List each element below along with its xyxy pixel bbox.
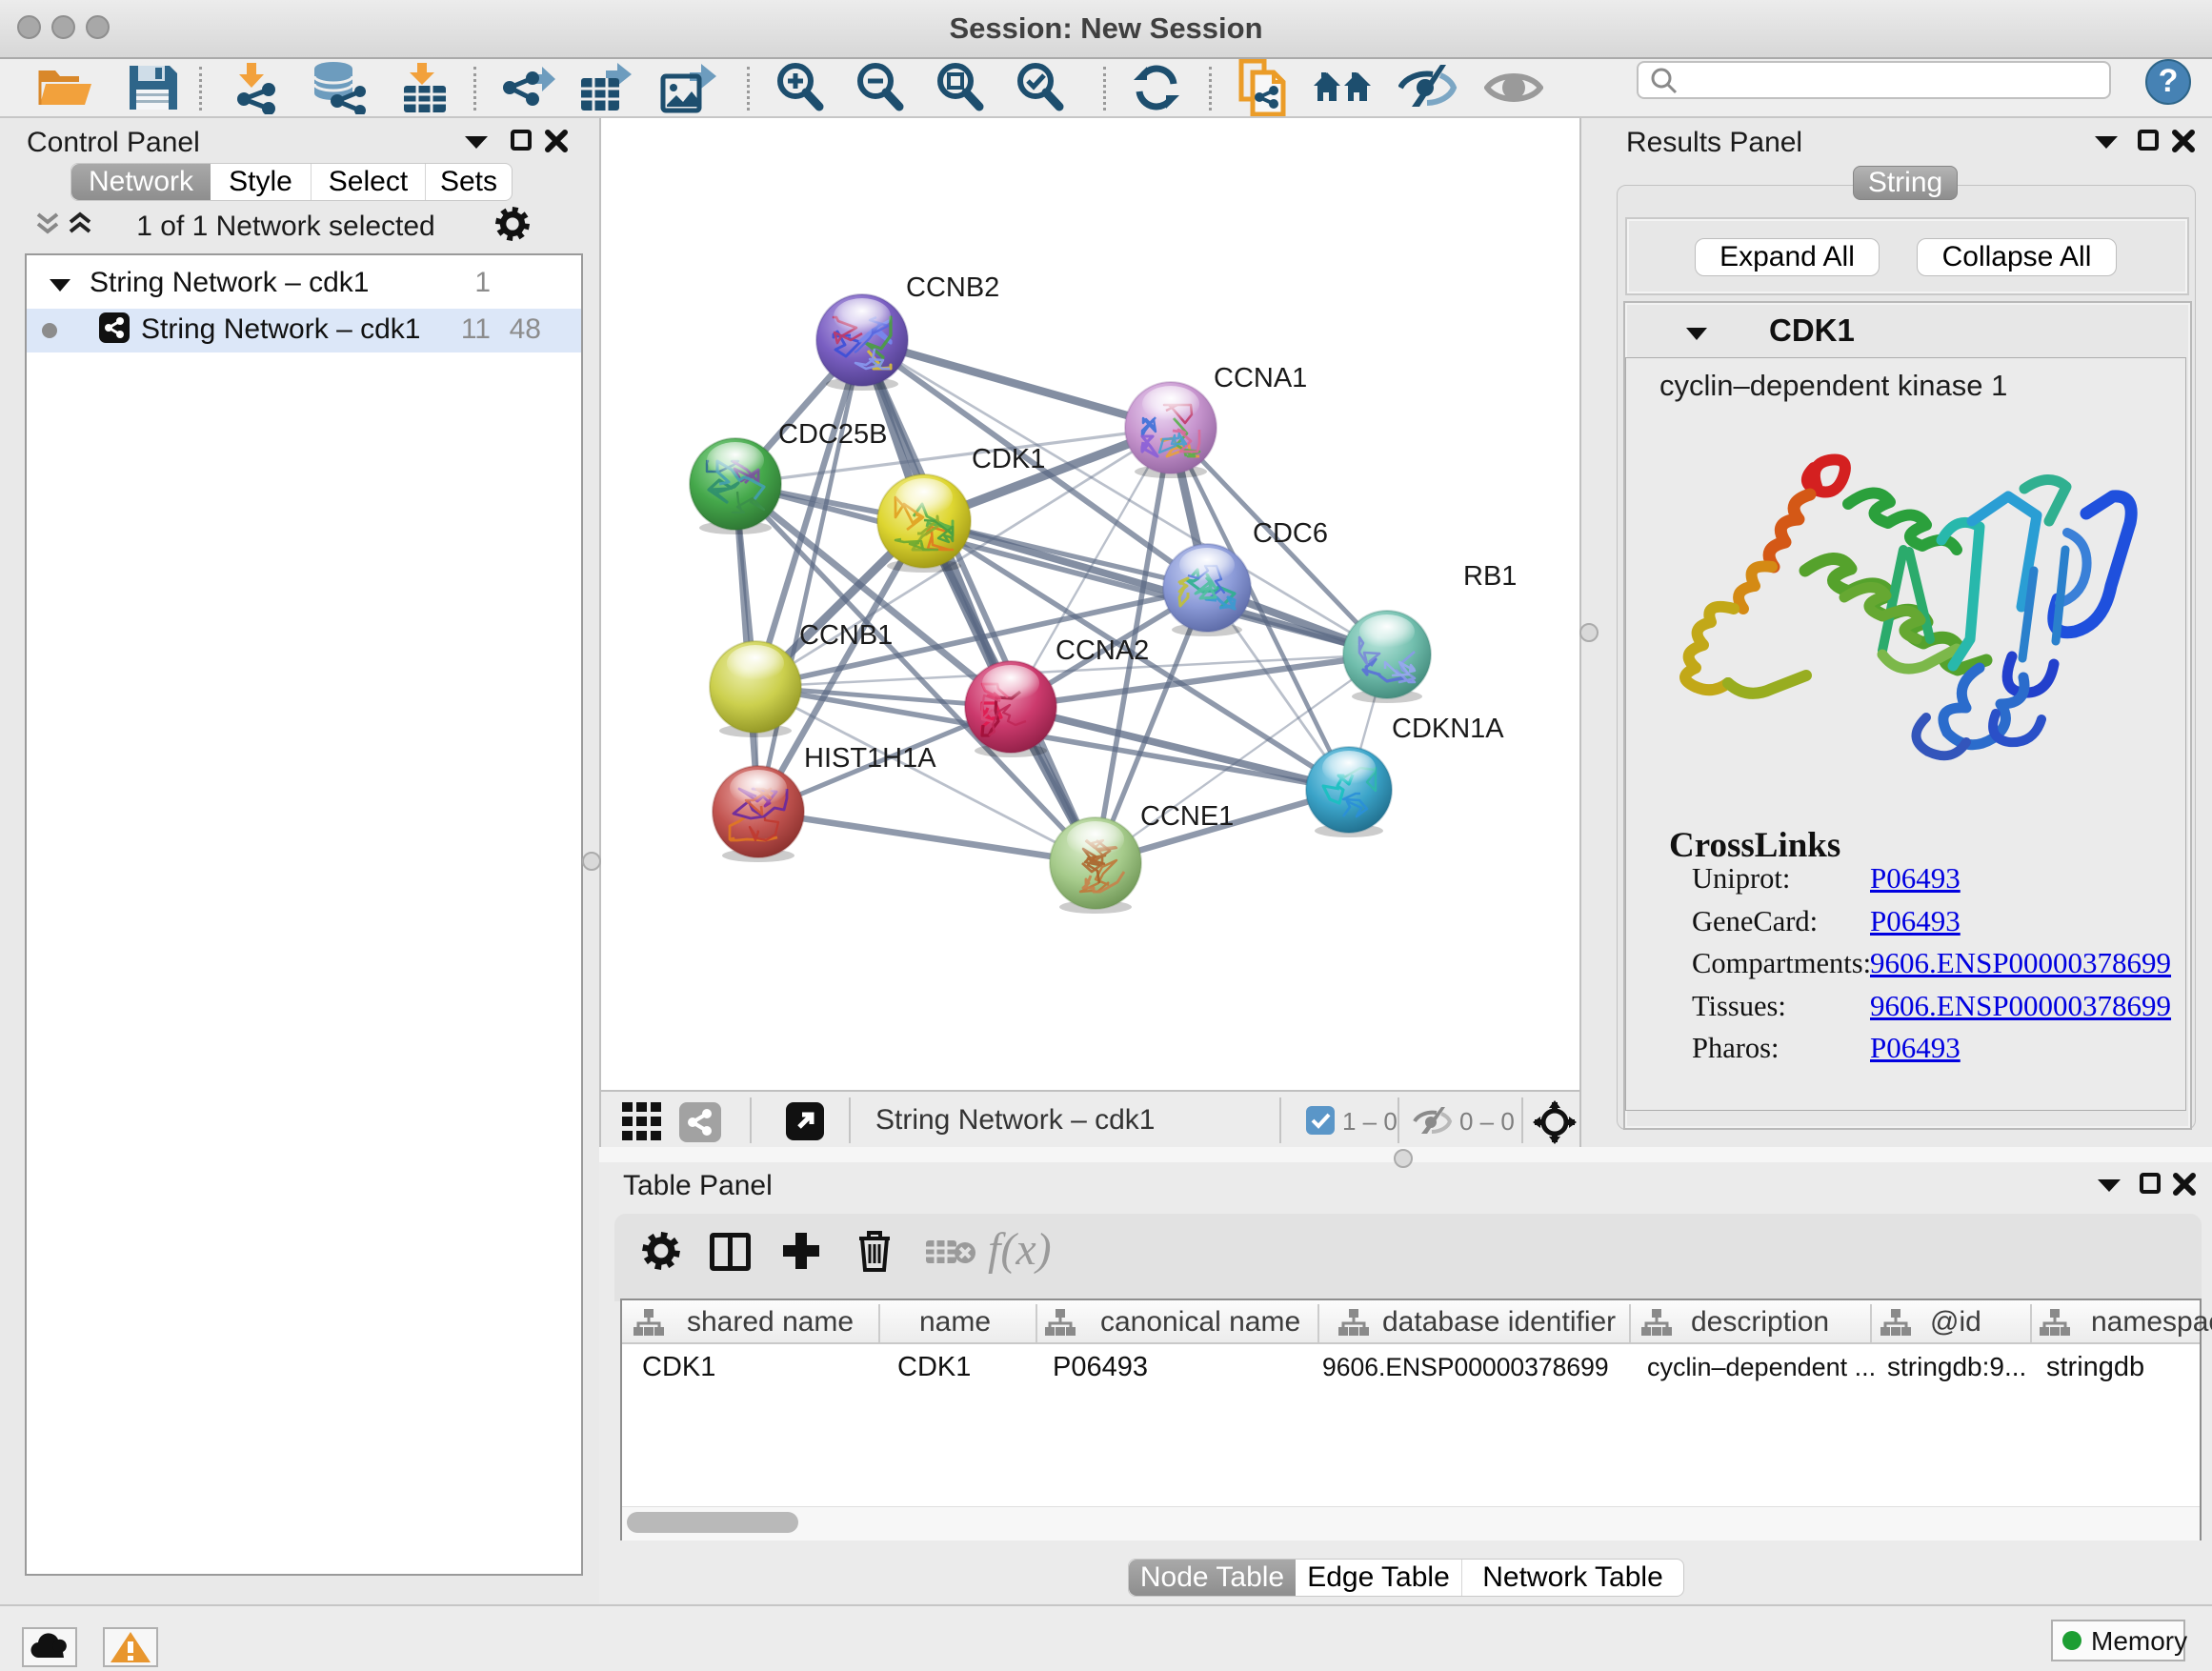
- svg-text:CDK1: CDK1: [972, 444, 1045, 474]
- svg-text:CCNE1: CCNE1: [1140, 801, 1234, 832]
- svg-text:RB1: RB1: [1463, 561, 1517, 592]
- svg-text:CCNB2: CCNB2: [906, 272, 999, 303]
- svg-text:CDC6: CDC6: [1253, 518, 1328, 549]
- svg-text:CDC25B: CDC25B: [778, 419, 887, 450]
- svg-text:CDKN1A: CDKN1A: [1392, 714, 1504, 744]
- svg-text:CCNB1: CCNB1: [799, 620, 893, 651]
- svg-text:CCNA2: CCNA2: [1056, 635, 1149, 666]
- svg-text:HIST1H1A: HIST1H1A: [804, 743, 936, 774]
- svg-text:CCNA1: CCNA1: [1214, 363, 1307, 393]
